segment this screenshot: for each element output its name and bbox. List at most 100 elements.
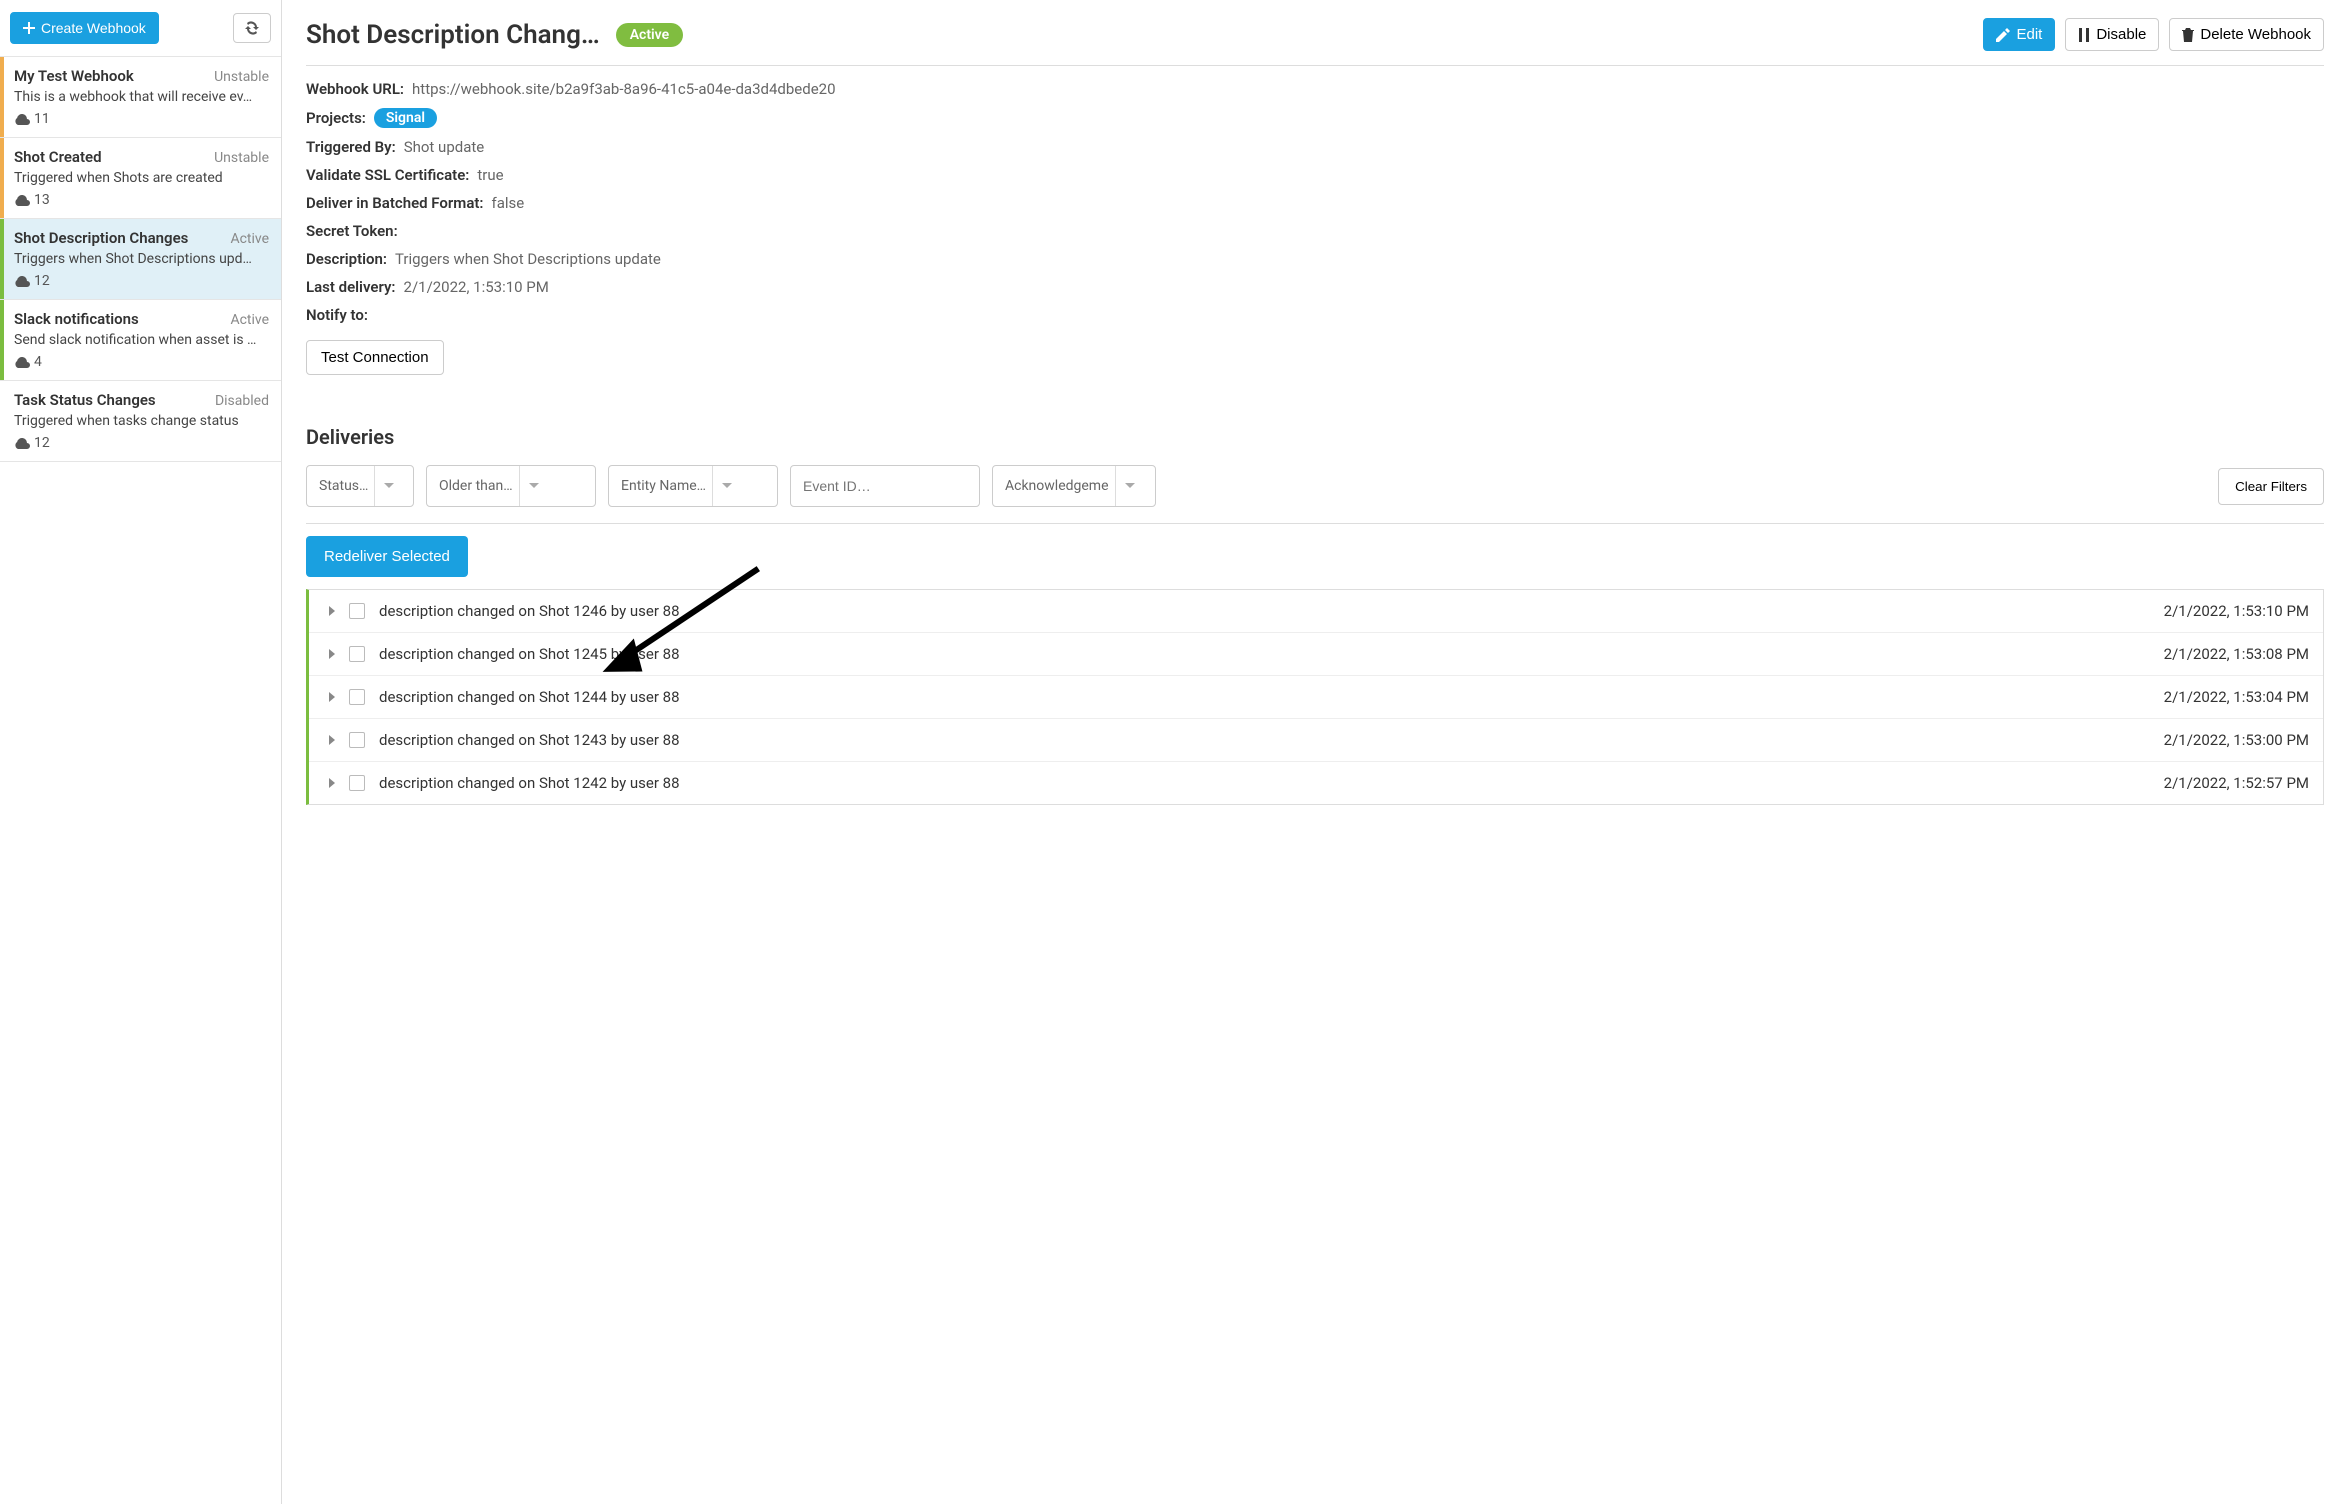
delivery-timestamp: 2/1/2022, 1:53:10 PM — [2164, 602, 2309, 620]
delivery-checkbox[interactable] — [349, 603, 365, 619]
cloud-icon — [14, 114, 30, 125]
delivery-row[interactable]: description changed on Shot 1245 by user… — [309, 633, 2323, 676]
create-webhook-button[interactable]: Create Webhook — [10, 12, 159, 44]
main-panel: Shot Description Chang… Active Edit Disa… — [282, 0, 2348, 1504]
page-title: Shot Description Chang… — [306, 20, 600, 50]
notify-label: Notify to: — [306, 306, 368, 324]
webhook-item-meta: 12 — [14, 273, 269, 289]
webhook-list-item[interactable]: My Test Webhook Unstable This is a webhook… — [0, 57, 281, 138]
webhook-list-item[interactable]: Shot Description ChangesActiveTriggers w… — [0, 219, 281, 300]
webhook-item-title: Slack notifications — [14, 310, 139, 328]
delivery-row[interactable]: description changed on Shot 1246 by user… — [309, 590, 2323, 633]
webhook-item-desc: Triggers when Shot Descriptions upd… — [14, 251, 269, 267]
webhook-item-desc: Send slack notification when asset is … — [14, 332, 269, 348]
chevron-right-icon[interactable] — [323, 605, 341, 617]
chevron-right-icon[interactable] — [323, 734, 341, 746]
delivery-table: description changed on Shot 1246 by user… — [306, 589, 2324, 805]
triggered-label: Triggered By: — [306, 138, 396, 156]
clear-filters-button[interactable]: Clear Filters — [2218, 468, 2324, 505]
chevron-down-icon — [383, 482, 395, 490]
filters-row: Status… Older than… Entity Name… Acknowl… — [306, 465, 2324, 524]
create-webhook-label: Create Webhook — [41, 20, 146, 36]
status-badge: Active — [616, 23, 683, 47]
chevron-down-icon — [1124, 482, 1136, 490]
delivery-checkbox[interactable] — [349, 689, 365, 705]
info-section: Webhook URL: https://webhook.site/b2a9f3… — [306, 66, 2324, 375]
projects-label: Projects: — [306, 109, 366, 127]
chevron-right-icon[interactable] — [323, 648, 341, 660]
older-than-filter[interactable]: Older than… — [426, 465, 596, 507]
triggered-value: Shot update — [404, 138, 485, 156]
webhook-list-item[interactable]: Slack notifications Active Send slack noti… — [0, 300, 281, 381]
delivery-timestamp: 2/1/2022, 1:52:57 PM — [2164, 774, 2309, 792]
webhook-item-status: Unstable — [214, 150, 269, 166]
desc-label: Description: — [306, 250, 387, 268]
webhook-list-item[interactable]: Shot CreatedUnstableTriggered when Shots… — [0, 138, 281, 219]
chevron-right-icon[interactable] — [323, 691, 341, 703]
delete-button[interactable]: Delete Webhook — [2169, 18, 2324, 51]
url-label: Webhook URL: — [306, 80, 404, 98]
event-id-input[interactable] — [790, 465, 980, 507]
webhook-item-status: Unstable — [214, 69, 269, 85]
delivery-checkbox[interactable] — [349, 646, 365, 662]
refresh-icon — [244, 21, 260, 35]
edit-button[interactable]: Edit — [1983, 18, 2055, 51]
delivery-message: description changed on Shot 1243 by user… — [379, 731, 680, 749]
webhook-item-desc: This is a webhook that will receive ev… — [14, 89, 269, 105]
webhook-item-meta: 4 — [14, 354, 269, 370]
status-filter[interactable]: Status… — [306, 465, 414, 507]
delivery-message: description changed on Shot 1246 by user… — [379, 602, 680, 620]
pencil-icon — [1996, 28, 2010, 42]
secret-label: Secret Token: — [306, 222, 398, 240]
deliveries-heading: Deliveries — [306, 425, 2324, 449]
delivery-row[interactable]: description changed on Shot 1243 by user… — [309, 719, 2323, 762]
cloud-icon — [14, 357, 30, 368]
webhook-item-title: Task Status Changes — [14, 391, 156, 409]
webhook-list: My Test Webhook Unstable This is a webhook… — [0, 57, 281, 1504]
cloud-icon — [14, 438, 30, 449]
batch-label: Deliver in Batched Format: — [306, 194, 484, 212]
redeliver-selected-button[interactable]: Redeliver Selected — [306, 536, 468, 577]
disable-button[interactable]: Disable — [2065, 18, 2159, 51]
webhook-item-count: 13 — [34, 192, 50, 208]
last-label: Last delivery: — [306, 278, 396, 296]
chevron-down-icon — [721, 482, 733, 490]
chevron-right-icon[interactable] — [323, 777, 341, 789]
delivery-row[interactable]: description changed on Shot 1242 by user… — [309, 762, 2323, 804]
delivery-timestamp: 2/1/2022, 1:53:04 PM — [2164, 688, 2309, 706]
desc-value: Triggers when Shot Descriptions update — [395, 250, 661, 268]
project-tag[interactable]: Signal — [374, 108, 437, 128]
cloud-icon — [14, 276, 30, 287]
ssl-value: true — [477, 166, 503, 184]
webhook-item-title: My Test Webhook — [14, 67, 134, 85]
delivery-row[interactable]: description changed on Shot 1244 by user… — [309, 676, 2323, 719]
batch-value: false — [492, 194, 525, 212]
delivery-checkbox[interactable] — [349, 732, 365, 748]
webhook-item-count: 4 — [34, 354, 42, 370]
ssl-label: Validate SSL Certificate: — [306, 166, 469, 184]
webhook-list-item[interactable]: Task Status ChangesDisabledTriggered whe… — [0, 381, 281, 462]
webhook-item-meta: 11 — [14, 111, 269, 127]
chevron-down-icon — [528, 482, 540, 490]
webhook-item-status: Active — [230, 312, 269, 328]
acknowledgement-filter[interactable]: Acknowledgeme — [992, 465, 1156, 507]
delivery-message: description changed on Shot 1242 by user… — [379, 774, 680, 792]
delivery-message: description changed on Shot 1245 by user… — [379, 645, 680, 663]
entity-name-filter[interactable]: Entity Name… — [608, 465, 778, 507]
sidebar-header: Create Webhook — [0, 0, 281, 57]
sidebar: Create Webhook My Test Webhook Unstable Th… — [0, 0, 282, 1504]
webhook-item-status: Disabled — [215, 393, 269, 409]
webhook-item-count: 12 — [34, 273, 50, 289]
plus-icon — [23, 22, 35, 34]
pause-icon — [2078, 28, 2090, 42]
refresh-button[interactable] — [233, 13, 271, 43]
url-value: https://webhook.site/b2a9f3ab-8a96-41c5-… — [412, 80, 836, 98]
test-connection-button[interactable]: Test Connection — [306, 340, 444, 375]
delivery-timestamp: 2/1/2022, 1:53:00 PM — [2164, 731, 2309, 749]
delivery-message: description changed on Shot 1244 by user… — [379, 688, 680, 706]
last-value: 2/1/2022, 1:53:10 PM — [404, 278, 549, 296]
webhook-item-meta: 12 — [14, 435, 269, 451]
trash-icon — [2182, 28, 2194, 42]
webhook-item-meta: 13 — [14, 192, 269, 208]
delivery-checkbox[interactable] — [349, 775, 365, 791]
